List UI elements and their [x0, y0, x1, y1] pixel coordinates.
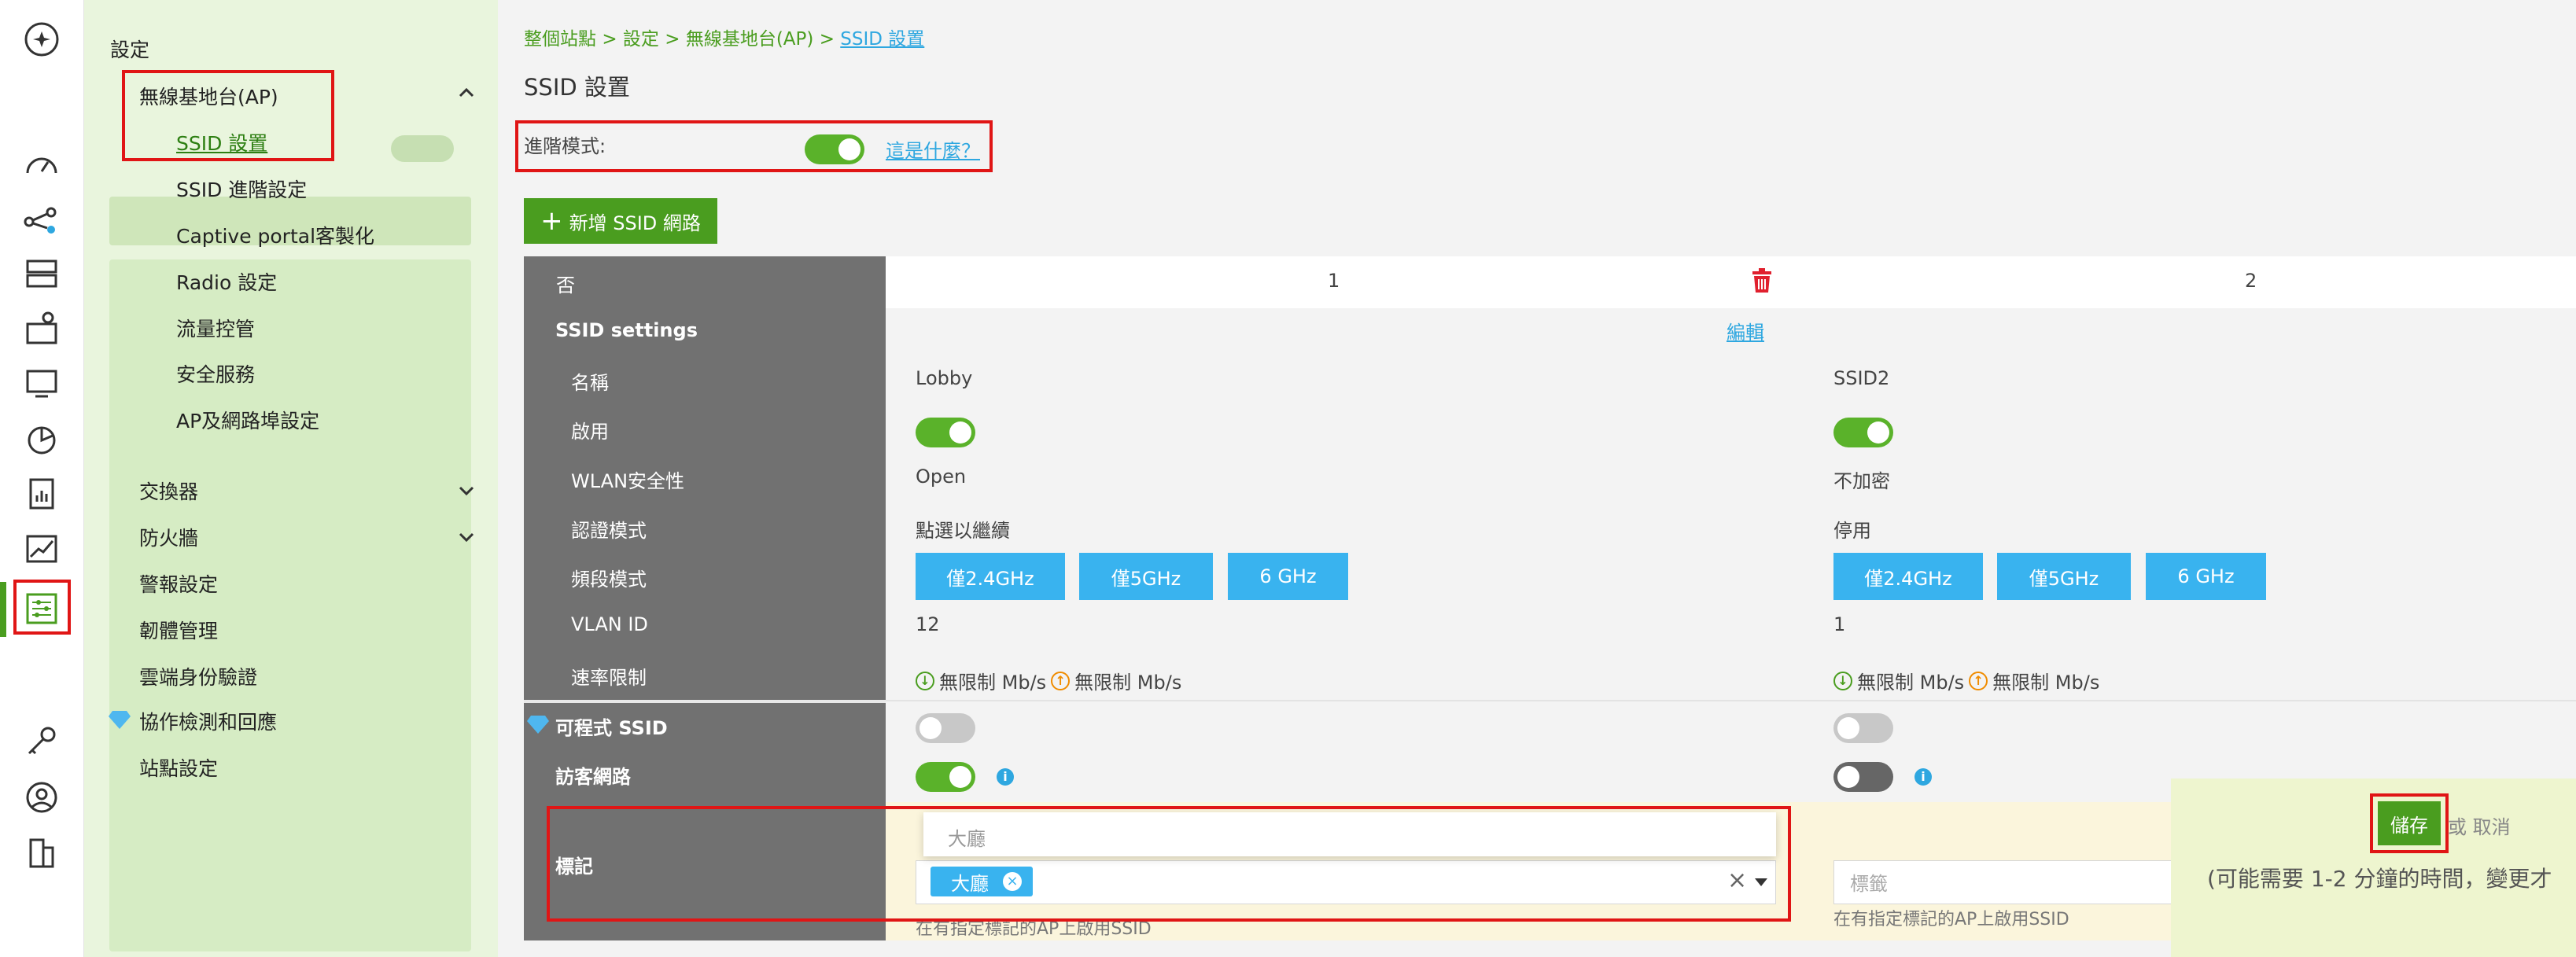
ssid2-tag-placeholder: 標籤: [1850, 873, 1888, 895]
topology-icon[interactable]: [17, 197, 67, 247]
ssid2-vlan: 1: [1833, 613, 1846, 635]
row-label-rate: 速率限制: [571, 667, 647, 689]
row-label-guest: 訪客網路: [555, 766, 631, 788]
sidebar-item-ssid-settings[interactable]: SSID 設置: [176, 128, 267, 156]
sidebar-item-radio[interactable]: Radio 設定: [176, 267, 277, 296]
page-title: SSID 設置: [524, 74, 630, 101]
sidebar-item-captive-portal[interactable]: Captive portal客製化: [176, 221, 374, 249]
sidebar-item-alerts[interactable]: 警報設定: [139, 569, 218, 598]
sidebar-item-ssid-advanced[interactable]: SSID 進階設定: [176, 175, 307, 203]
ssid2-auth: 停用: [1833, 520, 1871, 542]
analytics-icon[interactable]: [17, 414, 67, 464]
ssid1-band-2g-button[interactable]: 僅2.4GHz: [916, 553, 1065, 600]
save-note: (可能需要 1-2 分鐘的時間，變更才: [2207, 866, 2552, 892]
download-icon: ↓: [1833, 671, 1852, 690]
sidebar-item-site-settings[interactable]: 站點設定: [139, 753, 218, 782]
row-label-name: 名稱: [571, 372, 609, 394]
ssid1-security: Open: [916, 466, 967, 488]
edit-link[interactable]: 編輯: [1727, 317, 1764, 344]
sidebar-item-collab-detect[interactable]: 協作檢測和回應: [139, 707, 277, 735]
cancel-group: 或 取消: [2448, 816, 2511, 838]
settings-highlight: [13, 580, 71, 635]
ssid1-programmable-toggle[interactable]: [916, 713, 975, 743]
info-icon[interactable]: i: [997, 768, 1014, 786]
row-label-vlan: VLAN ID: [571, 613, 648, 635]
ssid2-band-5g-button[interactable]: 僅5GHz: [1997, 553, 2131, 600]
row-label-programmable: 可程式 SSID: [555, 717, 668, 739]
sidebar-group-switch[interactable]: 交換器: [139, 477, 198, 505]
ssid2-tag-hint: 在有指定標記的AP上啟用SSID: [1833, 910, 2069, 929]
ssid2-name: SSID2: [1833, 367, 1890, 389]
ssid1-rate-limit: ↓ 無限制 Mb/s ↑ 無限制 Mb/s: [916, 667, 1181, 694]
key-icon[interactable]: [17, 717, 67, 767]
plus-icon: +: [540, 205, 563, 237]
sidebar-item-ap-port[interactable]: AP及網路埠設定: [176, 406, 319, 434]
ssid1-guest-toggle[interactable]: [916, 762, 975, 792]
logo-icon[interactable]: [17, 14, 67, 64]
breadcrumb-site[interactable]: 整個站點: [524, 29, 596, 50]
ssid-settings-section: SSID settings: [555, 319, 698, 341]
trend-icon[interactable]: [17, 524, 67, 574]
ssid1-enable-toggle[interactable]: [916, 418, 975, 447]
ssid2-band-2g-button[interactable]: 僅2.4GHz: [1833, 553, 1983, 600]
trash-icon[interactable]: [1751, 268, 1773, 293]
ssid2-guest-toggle[interactable]: [1833, 762, 1893, 792]
ssid2-rate-limit: ↓ 無限制 Mb/s ↑ 無限制 Mb/s: [1833, 667, 2099, 694]
download-icon: ↓: [916, 671, 934, 690]
ssid1-band-5g-button[interactable]: 僅5GHz: [1079, 553, 1213, 600]
chevron-up-icon[interactable]: [455, 82, 477, 104]
floorplan-icon[interactable]: [17, 304, 67, 354]
row-label-security: WLAN安全性: [571, 470, 685, 492]
ssid1-band-6g-button[interactable]: 6 GHz: [1228, 553, 1348, 600]
header-label: 否: [556, 274, 575, 296]
devices-icon[interactable]: [17, 248, 67, 299]
sidebar-item-security[interactable]: 安全服務: [176, 359, 255, 388]
cancel-link[interactable]: 取消: [2473, 816, 2511, 838]
upload-icon: ↑: [1969, 671, 1988, 690]
active-indicator: [0, 582, 6, 637]
sidebar-group-firewall[interactable]: 防火牆: [139, 523, 198, 551]
diamond-icon: [109, 711, 131, 729]
column-2-header: 2: [2245, 270, 2257, 292]
row-label-enable: 啟用: [571, 421, 609, 443]
breadcrumb-ap[interactable]: 無線基地台(AP): [686, 29, 814, 50]
ssid2-band-6g-button[interactable]: 6 GHz: [2146, 553, 2266, 600]
sidebar-item-traffic[interactable]: 流量控管: [176, 314, 255, 342]
ssid2-programmable-toggle[interactable]: [1833, 713, 1893, 743]
settings-sidebar: 設定 無線基地台(AP) SSID 設置 SSID 進階設定 Captive p…: [84, 0, 498, 957]
info-icon[interactable]: i: [1914, 768, 1932, 786]
save-highlight: [2370, 793, 2449, 853]
breadcrumb-settings[interactable]: 設定: [623, 29, 659, 50]
monitor-icon[interactable]: [17, 359, 67, 409]
advanced-mode-highlight: [515, 120, 993, 172]
breadcrumb: 整個站點 > 設定 > 無線基地台(AP) > SSID 設置: [524, 29, 925, 50]
row-label-band: 頻段模式: [571, 569, 647, 591]
sidebar-item-firmware[interactable]: 韌體管理: [139, 616, 218, 644]
ssid2-enable-toggle[interactable]: [1833, 418, 1893, 447]
upload-icon: ↑: [1051, 671, 1071, 690]
dashboard-icon[interactable]: [17, 138, 67, 189]
sidebar-title: 設定: [110, 39, 150, 61]
ssid2-security: 不加密: [1833, 470, 1890, 492]
chevron-down-icon[interactable]: [455, 480, 477, 502]
building-icon[interactable]: [17, 827, 67, 878]
add-ssid-button[interactable]: + 新增 SSID 網路: [524, 198, 717, 244]
chevron-down-icon[interactable]: [455, 526, 477, 548]
support-icon[interactable]: [17, 772, 67, 823]
column-1-header: 1: [1328, 270, 1340, 292]
diamond-icon: [527, 716, 549, 734]
tag-highlight: [547, 806, 1791, 922]
breadcrumb-current[interactable]: SSID 設置: [840, 29, 924, 50]
ssid1-name: Lobby: [916, 367, 973, 389]
sidebar-item-cloud-auth[interactable]: 雲端身份驗證: [139, 662, 257, 690]
ssid1-auth[interactable]: 點選以繼續: [916, 515, 1010, 543]
icon-rail: [0, 0, 84, 957]
report-icon[interactable]: [17, 469, 67, 519]
ssid1-vlan: 12: [916, 613, 940, 635]
row-label-auth: 認證模式: [571, 520, 647, 542]
